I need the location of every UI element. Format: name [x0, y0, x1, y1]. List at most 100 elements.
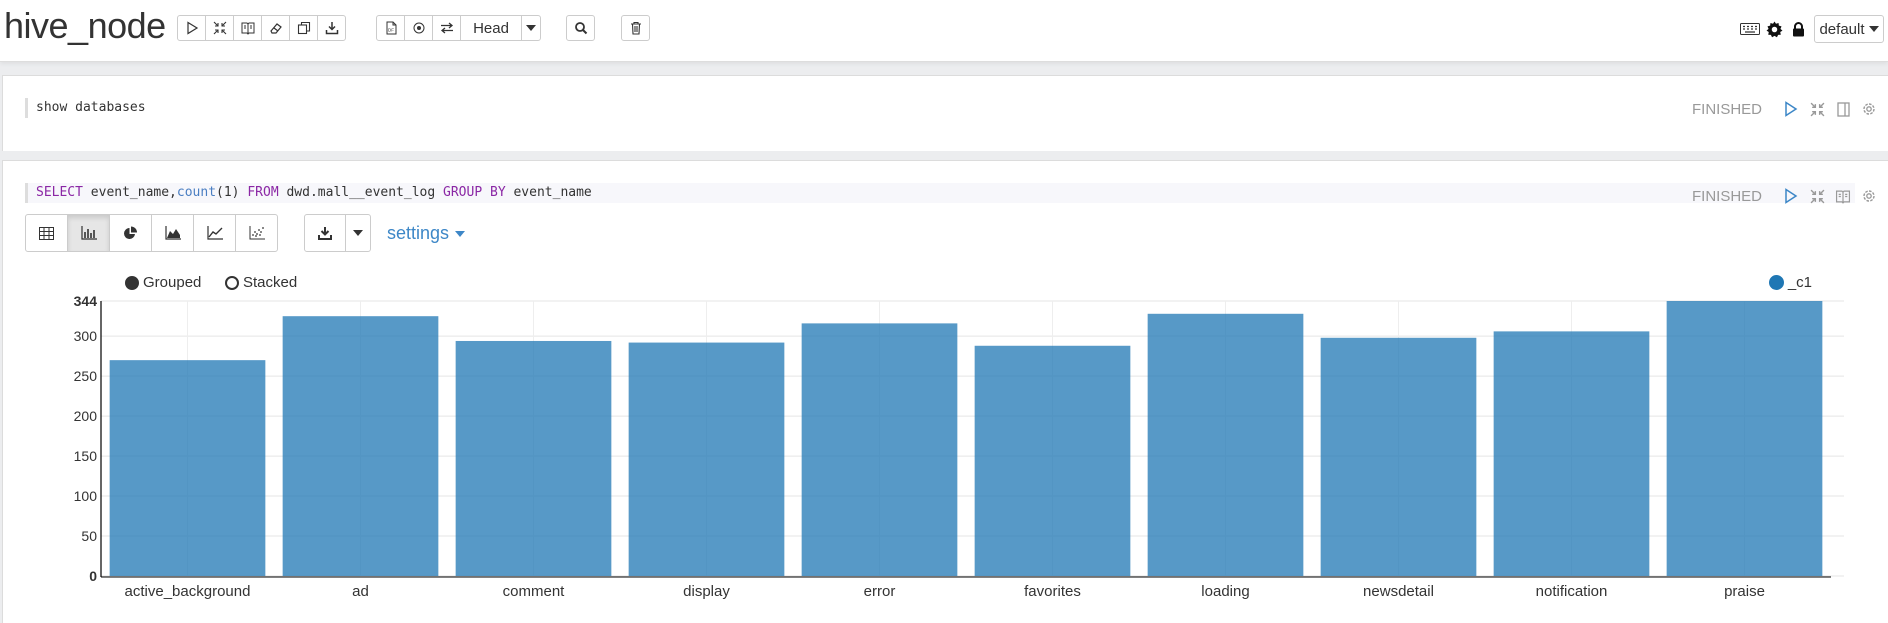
radio-unselected-icon — [225, 275, 239, 290]
compare-revisions-button[interactable] — [432, 15, 461, 41]
paragraph-code[interactable]: SELECT event_name,count(1) FROM dwd.mall… — [25, 183, 1855, 203]
collapse-icon — [1810, 189, 1824, 203]
search-icon — [574, 22, 587, 35]
stacked-option[interactable]: Stacked — [225, 274, 297, 291]
legend-label: _c1 — [1787, 274, 1812, 291]
viz-area-button[interactable] — [151, 214, 194, 252]
visualization-selector — [25, 214, 278, 252]
y-tick-label: 150 — [74, 448, 98, 464]
eraser-icon — [269, 23, 282, 34]
paragraph-status: FINISHED — [1692, 187, 1763, 205]
run-paragraph-button[interactable] — [1782, 100, 1800, 118]
line-chart-icon — [206, 226, 223, 240]
chevron-down-icon — [455, 230, 466, 237]
paragraph-controls: FINISHED — [1692, 187, 1878, 205]
move-to-trash-button[interactable] — [621, 15, 650, 41]
bar — [109, 360, 266, 576]
bar — [801, 323, 958, 576]
pie-chart-icon — [124, 226, 137, 239]
permissions-button[interactable] — [1786, 19, 1810, 39]
chart-legend[interactable]: _c1 — [1768, 274, 1812, 291]
clone-button[interactable] — [289, 15, 318, 41]
toggle-output-button[interactable] — [233, 15, 262, 41]
gear-icon — [1766, 21, 1782, 37]
export-button[interactable] — [317, 15, 346, 41]
paragraph-controls: FINISHED — [1692, 100, 1878, 118]
trash-icon — [630, 21, 641, 35]
book-icon — [1836, 101, 1850, 117]
revision-dropdown-toggle[interactable] — [521, 15, 541, 41]
toggle-output-button[interactable] — [1834, 187, 1852, 205]
bar-chart: 0 50 100 150 200 250 300 344 active_background ad… — [74, 293, 1844, 600]
gear-icon — [1863, 103, 1875, 115]
search-button[interactable] — [566, 15, 595, 41]
toggle-code-button[interactable] — [205, 15, 234, 41]
bar — [1666, 301, 1823, 576]
scatter-chart-icon — [249, 226, 265, 240]
bar — [282, 316, 439, 576]
paragraph-settings-button[interactable] — [1860, 100, 1878, 118]
viz-scatter-button[interactable] — [235, 214, 278, 252]
radio-selected-icon — [125, 275, 139, 290]
header-right-controls: default — [1738, 15, 1888, 43]
x-tick-label: ad — [352, 583, 369, 600]
circle-icon — [413, 22, 424, 34]
paragraph-settings-button[interactable] — [1860, 187, 1878, 205]
version-control-button[interactable]: DF — [376, 15, 405, 41]
sql-text: (1) — [216, 185, 248, 200]
paragraph-code[interactable]: show databases — [25, 98, 146, 118]
x-tick-label: notification — [1536, 583, 1608, 600]
viz-pie-button[interactable] — [109, 214, 152, 252]
x-tick-label: praise — [1724, 583, 1765, 600]
gear-icon — [1863, 190, 1875, 202]
viz-table-button[interactable] — [25, 214, 68, 252]
play-icon — [1785, 101, 1798, 117]
download-icon — [325, 22, 338, 35]
x-tick-label: favorites — [1024, 583, 1081, 600]
lock-icon — [1792, 21, 1804, 36]
x-tick-label: newsdetail — [1363, 583, 1434, 600]
bar — [974, 345, 1131, 576]
paragraph-status: FINISHED — [1692, 100, 1763, 118]
notebook-actions — [177, 15, 346, 41]
run-paragraph-button[interactable] — [1782, 187, 1800, 205]
download-format-dropdown[interactable] — [345, 214, 371, 252]
swap-icon — [440, 22, 453, 34]
table-icon — [39, 226, 54, 240]
bar-chart-icon — [80, 226, 97, 240]
viz-line-button[interactable] — [193, 214, 236, 252]
notebook-title[interactable]: hive_node — [4, 5, 166, 47]
set-revision-button[interactable] — [404, 15, 433, 41]
toggle-output-button[interactable] — [1834, 100, 1852, 118]
download-data-button[interactable] — [304, 214, 346, 252]
revision-select[interactable]: Head — [460, 15, 522, 41]
shortcuts-button[interactable] — [1738, 19, 1762, 39]
settings-label: settings — [387, 223, 450, 243]
run-all-button[interactable] — [177, 15, 206, 41]
x-tick-label: active_background — [125, 583, 251, 600]
sql-text: dwd.mall__event_log — [278, 185, 444, 200]
copy-icon — [297, 21, 310, 35]
bar — [1320, 337, 1477, 576]
collapse-icon — [213, 21, 226, 35]
bar — [628, 342, 785, 576]
book-icon — [1835, 190, 1851, 204]
notebook-header: hive_node DF Head default — [0, 0, 1888, 62]
y-tick-label: 100 — [74, 488, 98, 504]
pdf-icon: DF — [386, 21, 396, 35]
interpreter-settings-button[interactable] — [1762, 19, 1786, 39]
bar — [1147, 313, 1304, 576]
viz-bar-button[interactable] — [67, 214, 110, 252]
grouped-option[interactable]: Grouped — [125, 274, 201, 291]
keyboard-icon — [1740, 23, 1760, 35]
paragraph-event-count: SELECT event_name,count(1) FROM dwd.mall… — [2, 160, 1888, 623]
download-icon — [318, 227, 332, 240]
clear-output-button[interactable] — [261, 15, 290, 41]
y-tick-label: 250 — [74, 368, 98, 384]
book-icon — [241, 22, 254, 35]
sql-keyword: GROUP BY — [443, 185, 506, 200]
viz-settings-toggle[interactable]: settings — [387, 223, 466, 244]
look-and-feel-dropdown[interactable]: default — [1814, 15, 1884, 43]
toggle-editor-button[interactable] — [1808, 187, 1826, 205]
toggle-editor-button[interactable] — [1808, 100, 1826, 118]
